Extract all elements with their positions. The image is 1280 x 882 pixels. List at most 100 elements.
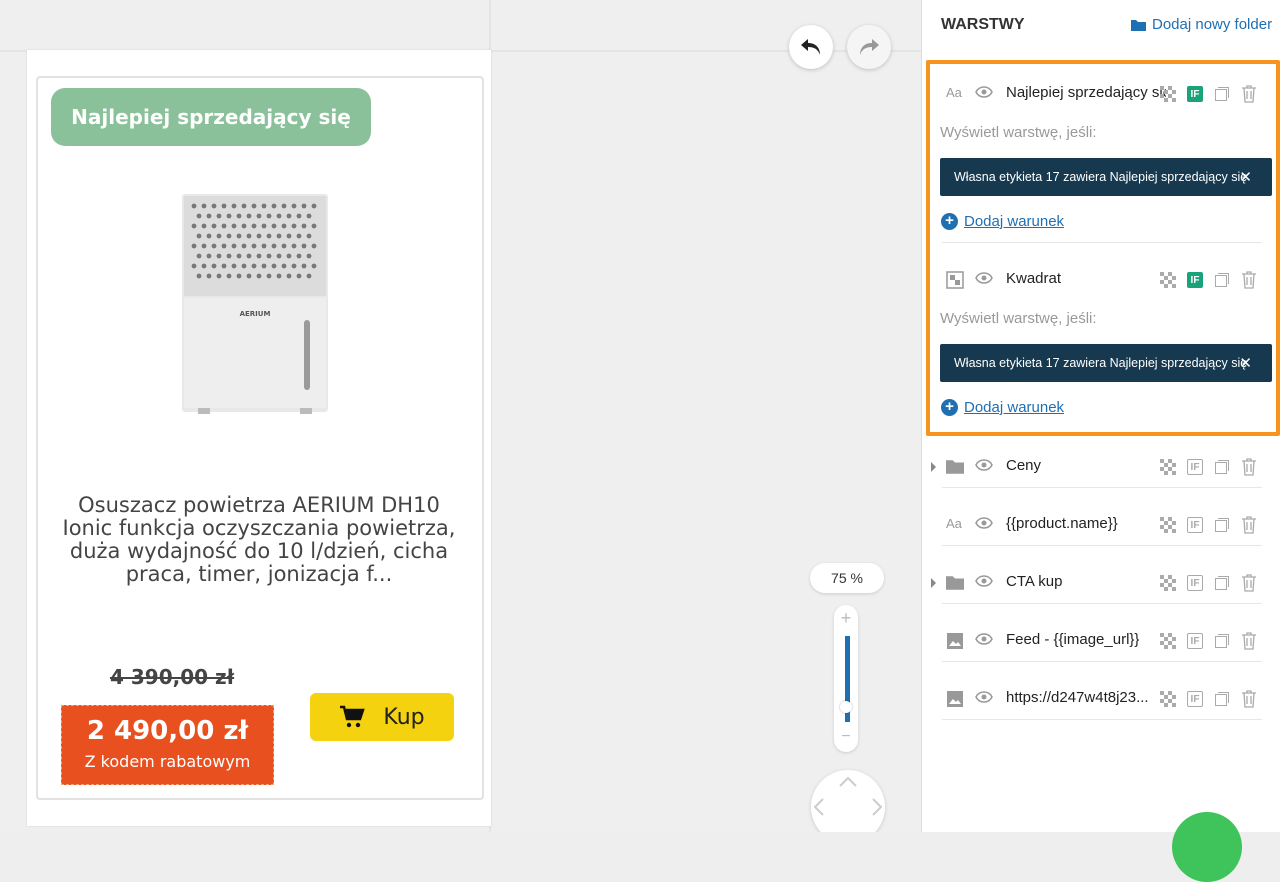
remove-condition-icon[interactable]: ✕ (1239, 168, 1252, 186)
layer-tools: IF (1160, 85, 1257, 103)
trash-icon[interactable] (1241, 690, 1257, 708)
condition-label: Wyświetl warstwę, jeśli: (940, 124, 1097, 141)
zoom-handle[interactable] (840, 701, 852, 713)
if-condition-badge[interactable]: IF (1187, 633, 1203, 649)
product-name-line: duża wydajność do 10 l/dzień, cicha (69, 539, 449, 563)
trash-icon[interactable] (1241, 271, 1257, 289)
bestseller-badge[interactable]: Najlepiej sprzedający się (51, 88, 371, 146)
cart-icon (340, 705, 366, 728)
undo-icon (801, 39, 820, 55)
zoom-out-icon[interactable]: − (834, 728, 858, 746)
product-name-line: Osuszacz powietrza AERIUM DH10 (78, 493, 440, 517)
editor-canvas[interactable]: Najlepiej sprzedający się AERIUM Osuszac… (0, 0, 921, 832)
add-circle-icon: + (941, 399, 958, 416)
trash-icon[interactable] (1241, 85, 1257, 103)
product-name-line: praca, timer, jonizacja f... (125, 562, 393, 586)
eye-icon[interactable] (975, 517, 993, 529)
divider (942, 661, 1262, 662)
product-name[interactable]: Osuszacz powietrza AERIUM DH10 Ionic fun… (50, 494, 468, 586)
divider (942, 545, 1262, 546)
if-condition-badge[interactable]: IF (1187, 459, 1203, 475)
floating-action-button[interactable] (1172, 812, 1242, 882)
old-price[interactable]: 4 390,00 zł (110, 665, 234, 689)
divider (942, 242, 1262, 243)
undo-button[interactable] (789, 25, 833, 69)
if-condition-badge[interactable]: IF (1187, 272, 1203, 288)
remove-condition-icon[interactable]: ✕ (1239, 354, 1252, 372)
if-condition-badge[interactable]: IF (1187, 86, 1203, 102)
layer-name: {{product.name}} (1006, 515, 1118, 532)
divider (942, 719, 1262, 720)
zoom-in-icon[interactable]: + (834, 608, 858, 629)
if-condition-badge[interactable]: IF (1187, 517, 1203, 533)
duplicate-icon[interactable] (1214, 633, 1230, 649)
layer-name: Najlepiej sprzedający się (1006, 84, 1166, 101)
duplicate-icon[interactable] (1214, 691, 1230, 707)
text-type-icon: Aa (946, 516, 962, 531)
duplicate-icon[interactable] (1214, 459, 1230, 475)
add-circle-icon: + (941, 213, 958, 230)
price-box[interactable]: 2 490,00 zł Z kodem rabatowym (61, 705, 274, 785)
add-condition-label: Dodaj warunek (964, 213, 1065, 230)
layer-row[interactable]: Kwadrat IF (922, 253, 1280, 309)
device-brand-label: AERIUM (240, 310, 271, 318)
layer-tools: IF (1160, 632, 1257, 650)
condition-chip[interactable]: Własna etykieta 17 zawiera Najlepiej spr… (940, 344, 1272, 382)
eye-icon[interactable] (975, 691, 993, 703)
add-folder-label: Dodaj nowy folder (1152, 16, 1273, 33)
duplicate-icon[interactable] (1214, 272, 1230, 288)
layer-name: CTA kup (1006, 573, 1063, 590)
duplicate-icon[interactable] (1214, 86, 1230, 102)
expand-caret-icon[interactable] (931, 462, 936, 472)
pan-control[interactable] (811, 770, 885, 832)
eye-icon[interactable] (975, 86, 993, 98)
if-condition-badge[interactable]: IF (1187, 575, 1203, 591)
zoom-slider[interactable]: + − (834, 605, 858, 752)
opacity-icon[interactable] (1160, 272, 1176, 288)
layer-name: Kwadrat (1006, 270, 1062, 287)
condition-chip-text: Własna etykieta 17 zawiera Najlepiej spr… (954, 170, 1248, 184)
opacity-icon[interactable] (1160, 633, 1176, 649)
expand-caret-icon[interactable] (931, 578, 936, 588)
layer-tools: IF (1160, 458, 1257, 476)
layer-tools: IF (1160, 690, 1257, 708)
eye-icon[interactable] (975, 272, 993, 284)
image-type-icon (947, 633, 963, 649)
layer-tools: IF (1160, 516, 1257, 534)
add-condition-link[interactable]: + Dodaj warunek (941, 399, 1064, 416)
condition-label: Wyświetl warstwę, jeśli: (940, 310, 1097, 327)
condition-chip[interactable]: Własna etykieta 17 zawiera Najlepiej spr… (940, 158, 1272, 196)
trash-icon[interactable] (1241, 574, 1257, 592)
layer-tools: IF (1160, 574, 1257, 592)
opacity-icon[interactable] (1160, 86, 1176, 102)
duplicate-icon[interactable] (1214, 517, 1230, 533)
layer-row[interactable]: Aa Najlepiej sprzedający się IF (922, 67, 1280, 123)
opacity-icon[interactable] (1160, 459, 1176, 475)
image-type-icon (947, 691, 963, 707)
layers-panel: WARSTWY Dodaj nowy folder Aa Najlepiej s… (921, 0, 1280, 832)
trash-icon[interactable] (1241, 516, 1257, 534)
trash-icon[interactable] (1241, 458, 1257, 476)
add-condition-link[interactable]: + Dodaj warunek (941, 213, 1064, 230)
eye-icon[interactable] (975, 575, 993, 587)
redo-button[interactable] (847, 25, 891, 69)
eye-icon[interactable] (975, 459, 993, 471)
opacity-icon[interactable] (1160, 575, 1176, 591)
shape-type-icon (946, 271, 964, 289)
duplicate-icon[interactable] (1214, 575, 1230, 591)
folder-icon (1131, 19, 1146, 31)
divider (942, 487, 1262, 488)
eye-icon[interactable] (975, 633, 993, 645)
current-price: 2 490,00 zł (86, 716, 249, 746)
text-type-icon: Aa (946, 85, 962, 100)
layer-name: Feed - {{image_url}} (1006, 631, 1140, 648)
opacity-icon[interactable] (1160, 517, 1176, 533)
condition-chip-text: Własna etykieta 17 zawiera Najlepiej spr… (954, 356, 1248, 370)
trash-icon[interactable] (1241, 632, 1257, 650)
opacity-icon[interactable] (1160, 691, 1176, 707)
buy-button[interactable]: Kup (310, 693, 454, 741)
if-condition-badge[interactable]: IF (1187, 691, 1203, 707)
folder-type-icon (946, 576, 964, 590)
product-image[interactable]: AERIUM (170, 180, 340, 420)
add-folder-link[interactable]: Dodaj nowy folder (1131, 16, 1272, 33)
